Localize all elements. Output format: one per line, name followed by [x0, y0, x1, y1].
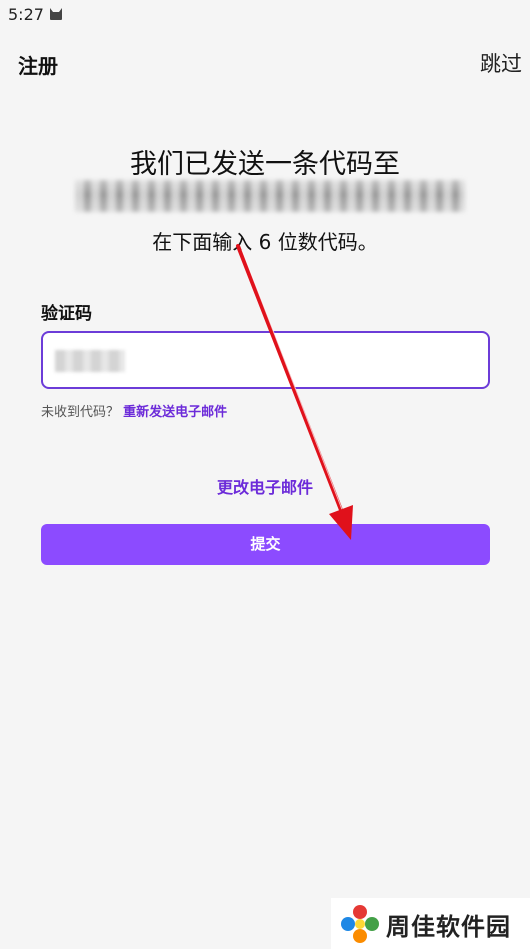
code-instruction: 在下面输入 6 位数代码。 — [152, 230, 378, 254]
redacted-email-address — [75, 180, 465, 212]
page-title: 注册 — [18, 54, 58, 78]
verification-code-label: 验证码 — [41, 304, 92, 324]
resend-row: 未收到代码？ 重新发送电子邮件 — [41, 401, 227, 420]
skip-button[interactable]: 跳过 — [480, 48, 522, 78]
watermark: 周佳软件园 — [331, 898, 530, 949]
submit-button[interactable]: 提交 — [41, 524, 490, 565]
change-email-container: 更改电子邮件 — [0, 474, 530, 498]
code-sent-headline: 我们已发送一条代码至 — [130, 149, 400, 180]
verification-code-input[interactable] — [41, 331, 490, 389]
redacted-code-value — [55, 350, 125, 372]
resend-email-link[interactable]: 重新发送电子邮件 — [123, 405, 227, 420]
resend-prompt: 未收到代码？ — [41, 405, 120, 420]
status-time: 5:27 — [8, 5, 44, 24]
watermark-text: 周佳软件园 — [386, 913, 511, 941]
change-email-link[interactable]: 更改电子邮件 — [217, 478, 313, 497]
pinwheel-logo-icon — [341, 905, 379, 943]
cat-icon — [50, 8, 62, 20]
status-bar: 5:27 — [0, 0, 530, 32]
